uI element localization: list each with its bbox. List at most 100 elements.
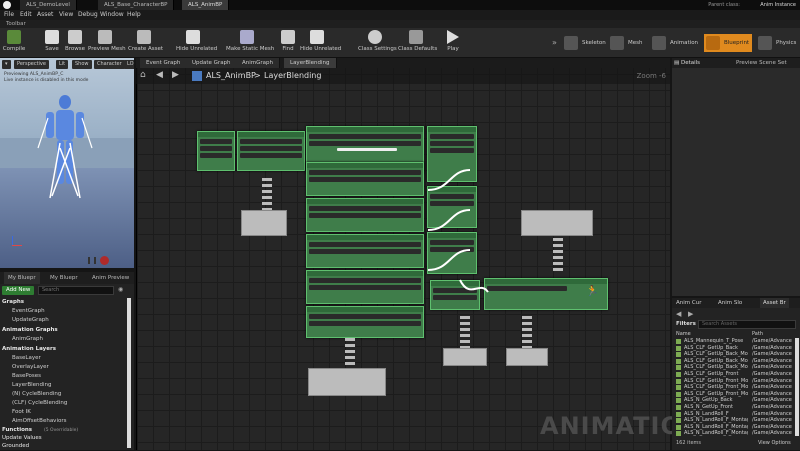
add-new-button[interactable]: Add New <box>2 286 35 295</box>
graph-node[interactable] <box>306 306 424 338</box>
doc-tab-animbp[interactable]: ALS_AnimBP <box>182 0 230 10</box>
item-n-cycleblending[interactable]: (N) CycleBlending <box>12 390 61 399</box>
save-button[interactable]: Save <box>42 30 62 56</box>
comment-box[interactable] <box>506 348 548 366</box>
find-button[interactable]: Find <box>280 30 296 56</box>
breadcrumb-root[interactable]: ALS_AnimBP <box>206 71 256 80</box>
item-layerblending[interactable]: LayerBlending <box>12 381 52 390</box>
record-icon[interactable] <box>100 256 109 265</box>
tab-animgraph[interactable]: AnimGraph <box>236 58 281 68</box>
tab-layerblending[interactable]: LayerBlending <box>284 58 337 68</box>
item-overlaylayer[interactable]: OverlayLayer <box>12 363 49 372</box>
item-baselayer[interactable]: BaseLayer <box>12 354 41 363</box>
tab-anim-preview[interactable]: Anim Preview <box>88 272 133 284</box>
menu-view[interactable]: View <box>59 10 73 20</box>
mode-physics[interactable]: Physics <box>756 34 800 52</box>
mode-blueprint[interactable]: Blueprint <box>704 34 752 52</box>
item-baseposes[interactable]: BasePoses <box>12 372 41 381</box>
forward-arrow-icon[interactable]: ▶ <box>688 310 693 318</box>
perspective-button[interactable]: Perspective <box>14 60 49 69</box>
viewport-menu-button[interactable]: ▾ <box>2 60 11 69</box>
tab-update-graph[interactable]: Update Graph <box>186 58 238 68</box>
item-eventgraph[interactable]: EventGraph <box>12 307 45 316</box>
tab-my-blueprint-2[interactable]: My Bluepr <box>46 272 82 284</box>
play-button[interactable]: Play <box>444 30 462 56</box>
asset-row[interactable]: ALS_N_LandRoll_F_Montage/Game/Advance <box>672 430 800 437</box>
create-asset-button[interactable]: Create Asset <box>128 30 163 56</box>
comment-box[interactable] <box>443 348 487 366</box>
left-panel-scrollbar[interactable] <box>127 298 131 448</box>
back-arrow-icon[interactable]: ◀ <box>676 310 681 318</box>
graph-node[interactable] <box>306 162 424 196</box>
item-updategraph[interactable]: UpdateGraph <box>12 316 49 325</box>
menu-window[interactable]: Window <box>100 10 124 20</box>
parent-class-value[interactable]: Anim Instance <box>760 0 796 10</box>
view-options-button[interactable]: View Options <box>758 440 791 446</box>
show-button[interactable]: Show <box>72 60 92 69</box>
section-graphs[interactable]: Graphs <box>2 298 24 307</box>
pause-icon[interactable] <box>88 257 96 264</box>
tab-my-blueprint[interactable]: My Bluepr <box>4 272 40 284</box>
reroute-node-stack[interactable] <box>522 316 532 348</box>
tab-anim-slots[interactable]: Anim Slo <box>718 298 742 308</box>
mode-skeleton[interactable]: Skeleton <box>562 34 606 52</box>
class-settings-button[interactable]: Class Settings <box>358 30 397 56</box>
asset-search-input[interactable]: Search Assets <box>698 320 796 329</box>
preview-mesh-button[interactable]: Preview Mesh <box>88 30 126 56</box>
item-clf-cycleblending[interactable]: (CLF) CycleBlending <box>12 399 67 408</box>
tab-preview-scene-settings[interactable]: Preview Scene Set <box>736 58 787 68</box>
comment-box[interactable] <box>308 368 386 396</box>
graph-node[interactable] <box>306 198 424 232</box>
section-animation-layers[interactable]: Animation Layers <box>2 345 56 354</box>
item-aimoffsetbehaviors[interactable]: AimOffsetBehaviors <box>12 417 66 426</box>
menu-edit[interactable]: Edit <box>20 10 32 20</box>
eye-icon[interactable]: ◉ <box>118 286 128 295</box>
graph-node[interactable] <box>237 131 305 171</box>
reroute-node-stack[interactable] <box>345 338 355 368</box>
comment-box[interactable] <box>521 210 593 236</box>
menu-debug[interactable]: Debug <box>78 10 98 20</box>
filters-button[interactable]: Filters <box>676 321 696 327</box>
character-button[interactable]: Character <box>94 60 125 69</box>
forward-arrow-icon[interactable]: ▶ <box>172 70 179 80</box>
menu-file[interactable]: File <box>4 10 14 20</box>
graph-node[interactable] <box>306 270 424 304</box>
column-path[interactable]: Path <box>752 331 763 337</box>
asset-scrollbar[interactable] <box>795 338 799 436</box>
mode-animation[interactable]: Animation <box>650 34 702 52</box>
doc-tab-character-bp[interactable]: ALS_Base_CharacterBP <box>98 0 175 10</box>
lod-button[interactable]: LOD <box>124 60 134 69</box>
search-input[interactable]: Search <box>38 286 114 295</box>
menu-help[interactable]: Help <box>127 10 141 20</box>
tab-details[interactable]: ▤ Details <box>674 58 700 68</box>
item-foot-ik[interactable]: Foot IK <box>12 408 31 417</box>
tab-asset-browser[interactable]: Asset Br <box>760 298 789 308</box>
graph-node[interactable] <box>306 234 424 268</box>
section-animation-graphs[interactable]: Animation Graphs <box>2 326 58 335</box>
tab-event-graph[interactable]: Event Graph <box>140 58 188 68</box>
tab-anim-curves[interactable]: Anim Cur <box>676 298 701 308</box>
browse-button[interactable]: Browse <box>64 30 86 56</box>
make-static-mesh-button[interactable]: Make Static Mesh <box>226 30 274 56</box>
reroute-node-stack[interactable] <box>262 178 272 210</box>
breadcrumb-current[interactable]: LayerBlending <box>264 71 321 80</box>
mode-mesh[interactable]: Mesh <box>608 34 648 52</box>
home-icon[interactable]: ⌂ <box>140 70 150 82</box>
item-animgraph[interactable]: AnimGraph <box>12 335 43 344</box>
graph-node[interactable] <box>197 131 235 171</box>
preview-viewport[interactable]: ▾ Perspective Lit Show Character LOD Pre… <box>0 58 134 268</box>
class-defaults-button[interactable]: Class Defaults <box>398 30 437 56</box>
details-panel <box>672 68 800 296</box>
lit-button[interactable]: Lit <box>56 60 69 69</box>
reroute-node-stack[interactable] <box>460 316 470 348</box>
back-arrow-icon[interactable]: ◀ <box>156 70 163 80</box>
reroute-node-stack[interactable] <box>553 238 563 272</box>
comment-box[interactable] <box>241 210 287 236</box>
compile-button[interactable]: Compile <box>2 30 26 56</box>
doc-tab-demolevel[interactable]: ALS_DemoLevel <box>20 0 77 10</box>
column-name[interactable]: Name <box>676 331 691 337</box>
menu-asset[interactable]: Asset <box>37 10 53 20</box>
hide-unrelated-button[interactable]: Hide Unrelated <box>176 30 217 56</box>
hide-unrelated-button-2[interactable]: Hide Unrelated <box>300 30 341 56</box>
physics-icon <box>758 36 772 50</box>
